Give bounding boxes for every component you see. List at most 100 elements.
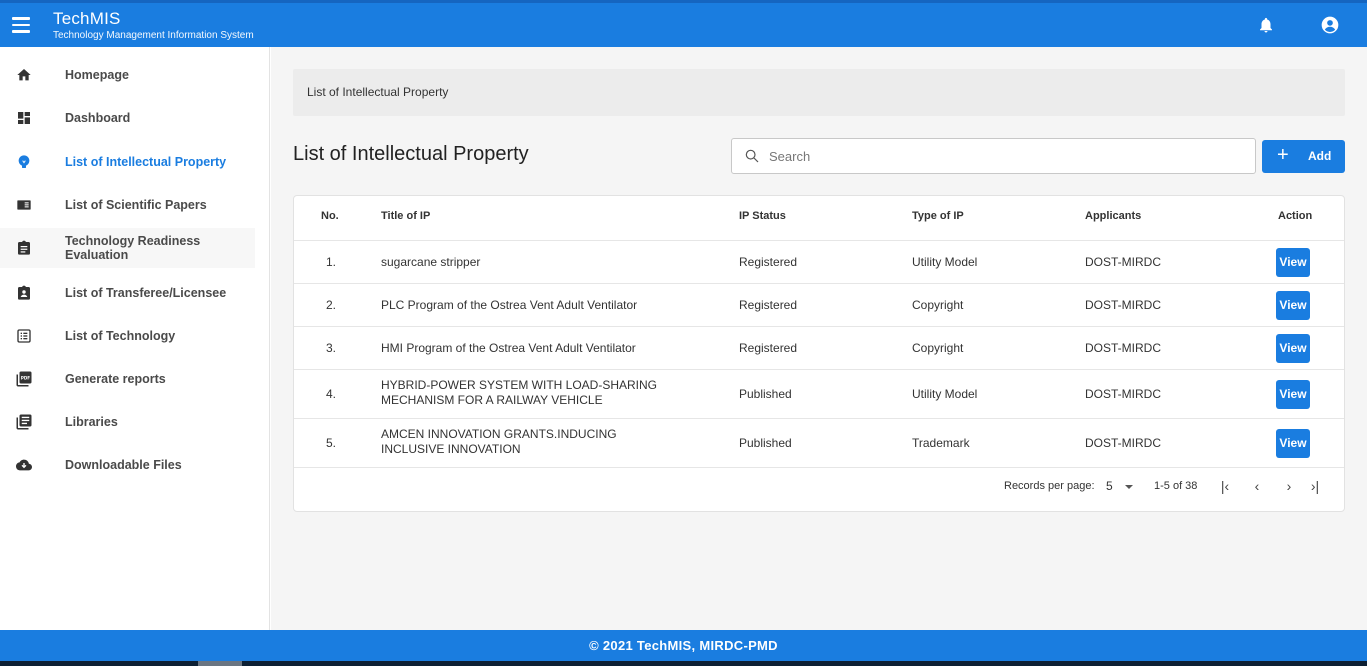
library-icon [15,413,33,431]
sidebar-item-label: Dashboard [65,111,131,125]
cell-type: Copyright [912,341,964,355]
svg-text:PDF: PDF [21,375,30,380]
search-box [731,138,1256,174]
pdf-icon: PDF [15,370,33,388]
view-button[interactable]: View [1276,291,1310,320]
sidebar-item-scientific-papers[interactable]: List of Scientific Papers [0,185,270,225]
search-input[interactable] [769,147,1239,165]
sidebar-item-label: Generate reports [65,372,166,386]
cell-title: PLC Program of the Ostrea Vent Adult Ven… [381,298,638,312]
view-button[interactable]: View [1276,429,1310,458]
breadcrumb[interactable]: List of Intellectual Property [293,69,1345,116]
clipboard-user-icon [15,284,33,302]
sidebar-item-dashboard[interactable]: Dashboard [0,98,270,138]
table-row: 5. AMCEN INNOVATION GRANTS.INDUCING INCL… [294,419,1344,468]
cell-no: 1. [326,255,337,269]
sidebar-item-label: Homepage [65,68,129,82]
next-page-icon[interactable]: › [1281,478,1297,494]
last-page-icon[interactable]: ›| [1307,478,1323,494]
app-title: TechMIS [53,9,121,28]
dashboard-icon [15,109,33,127]
cell-status: Published [739,387,792,401]
column-header-title: Title of IP [381,210,431,222]
sidebar-item-intellectual-property[interactable]: List of Intellectual Property [0,142,270,182]
records-per-page-label: Records per page: [1004,480,1095,492]
table-row: 1. sugarcane stripper Registered Utility… [294,241,1344,284]
sidebar-item-label: List of Technology [65,329,176,343]
lightbulb-icon [15,153,33,171]
table-row: 3. HMI Program of the Ostrea Vent Adult … [294,327,1344,370]
list-box-icon [15,327,33,345]
add-button-label: Add [1308,149,1332,163]
sidebar: Homepage Dashboard List of Intellectual … [0,47,270,630]
cell-status: Registered [739,298,798,312]
column-header-no: No. [321,210,339,222]
home-icon [15,66,33,84]
sidebar-item-technology-readiness[interactable]: Technology Readiness Evaluation [0,228,255,268]
column-header-status: IP Status [739,210,786,222]
first-page-icon[interactable]: |‹ [1217,478,1233,494]
records-per-page-select[interactable]: 5 [1106,479,1134,493]
main-content: List of Intellectual Property List of In… [271,47,1367,630]
cell-applicants: DOST-MIRDC [1085,298,1161,312]
cell-applicants: DOST-MIRDC [1085,387,1161,401]
menu-icon[interactable] [12,17,30,33]
cell-no: 5. [326,436,337,450]
view-button[interactable]: View [1276,248,1310,277]
view-button[interactable]: View [1276,380,1310,409]
sidebar-item-label: Downloadable Files [65,458,182,472]
sidebar-item-libraries[interactable]: Libraries [0,402,270,442]
sidebar-item-label: Technology Readiness Evaluation [65,234,201,262]
column-header-type: Type of IP [912,210,964,222]
cell-status: Registered [739,255,798,269]
add-button[interactable]: + Add [1262,140,1345,173]
sidebar-item-transferee-licensee[interactable]: List of Transferee/Licensee [0,273,270,313]
plus-icon: + [1277,144,1289,166]
sidebar-item-label: List of Scientific Papers [65,198,207,212]
view-button[interactable]: View [1276,334,1310,363]
footer: © 2021 TechMIS, MIRDC-PMD [0,630,1367,661]
cell-title: AMCEN INNOVATION GRANTS.INDUCING INCLUSI… [381,427,617,456]
sidebar-item-homepage[interactable]: Homepage [0,55,270,95]
table-row: 4. HYBRID-POWER SYSTEM WITH LOAD-SHARING… [294,370,1344,419]
book-icon [15,196,33,214]
cell-type: Utility Model [912,387,978,401]
top-app-bar: TechMIS Technology Management Informatio… [0,0,1367,47]
pagination-range: 1-5 of 38 [1154,480,1198,492]
cell-type: Trademark [912,436,970,450]
user-circle-icon[interactable] [1320,15,1340,35]
cell-title: sugarcane stripper [381,255,481,269]
cell-type: Utility Model [912,255,978,269]
ip-table-card: No. Title of IP IP Status Type of IP App… [293,195,1345,512]
records-per-page-value: 5 [1106,479,1113,493]
cell-type: Copyright [912,298,964,312]
sidebar-item-downloadable-files[interactable]: Downloadable Files [0,445,270,485]
prev-page-icon[interactable]: ‹ [1249,478,1265,494]
sidebar-item-generate-reports[interactable]: PDF Generate reports [0,359,270,399]
app-subtitle: Technology Management Information System [53,30,254,41]
sidebar-item-label: List of Intellectual Property [65,155,227,169]
dropdown-arrow-icon [1125,484,1134,489]
sidebar-item-technology[interactable]: List of Technology [0,316,270,356]
cell-title: HMI Program of the Ostrea Vent Adult Ven… [381,341,636,355]
cell-status: Registered [739,341,798,355]
column-header-action: Action [1278,210,1313,222]
cell-no: 2. [326,298,337,312]
page-title: List of Intellectual Property [293,143,529,165]
window-bottom-strip [0,661,1367,666]
cell-no: 3. [326,341,337,355]
sidebar-item-label: List of Transferee/Licensee [65,286,227,300]
cell-applicants: DOST-MIRDC [1085,341,1161,355]
bell-icon[interactable] [1257,15,1275,35]
table-row: 2. PLC Program of the Ostrea Vent Adult … [294,284,1344,327]
search-icon [745,149,759,163]
cell-applicants: DOST-MIRDC [1085,436,1161,450]
cloud-download-icon [15,456,33,474]
cell-applicants: DOST-MIRDC [1085,255,1161,269]
cell-status: Published [739,436,792,450]
column-header-applicants: Applicants [1085,210,1142,222]
cell-no: 4. [326,387,337,401]
sidebar-item-label: Libraries [65,415,118,429]
clipboard-icon [15,239,33,257]
cell-title: HYBRID-POWER SYSTEM WITH LOAD-SHARING ME… [381,378,658,407]
